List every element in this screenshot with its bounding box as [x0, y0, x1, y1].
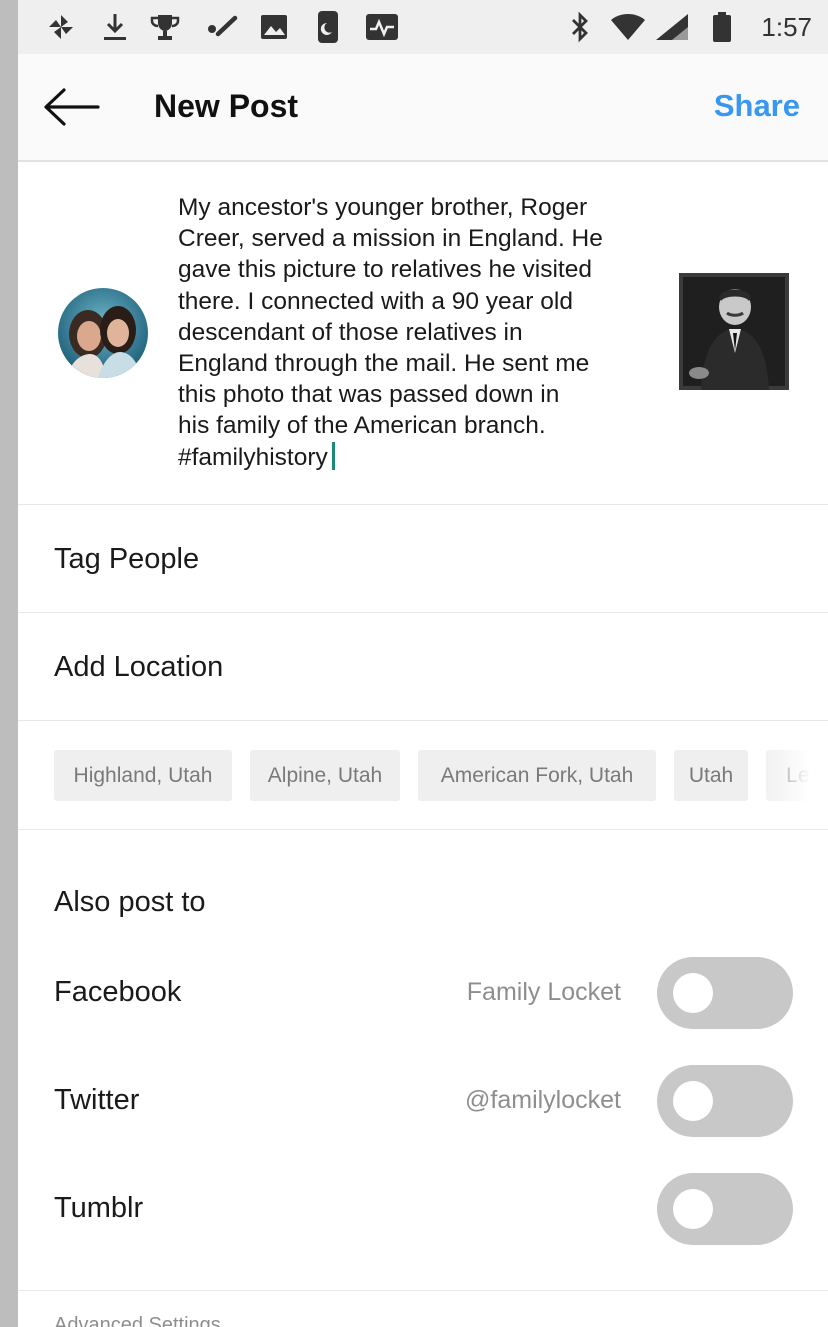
divider: [18, 1290, 828, 1291]
facebook-toggle[interactable]: [657, 957, 793, 1029]
share-target-label: Twitter: [54, 1084, 140, 1116]
download-icon: [100, 12, 130, 42]
toggle-knob: [673, 1081, 713, 1121]
bluetooth-icon: [566, 11, 594, 43]
status-time: 1:57: [761, 12, 812, 42]
tag-people-row[interactable]: Tag People: [18, 505, 828, 613]
battery-icon: [710, 12, 734, 42]
back-button[interactable]: [42, 82, 102, 132]
tag-people-label: Tag People: [54, 543, 200, 575]
caption-input[interactable]: My ancestor's younger brother, Roger Cre…: [178, 192, 658, 473]
location-suggestions: Highland, Utah Alpine, Utah American For…: [18, 721, 828, 830]
text-cursor: [331, 441, 335, 470]
check-icon: [204, 12, 240, 42]
location-chip[interactable]: Utah: [674, 750, 748, 801]
page-title: New Post: [154, 88, 299, 124]
also-post-to-heading: Also post to: [54, 886, 206, 918]
location-chip[interactable]: Highland, Utah: [54, 750, 232, 801]
location-chip[interactable]: Lehi: [766, 750, 828, 801]
cell-signal-icon: [652, 12, 692, 42]
wifi-icon: [608, 12, 648, 42]
tumblr-toggle[interactable]: [657, 1173, 793, 1245]
toggle-knob: [673, 1189, 713, 1229]
share-target-account: @familylocket: [465, 1086, 621, 1114]
share-target-twitter: Twitter @familylocket: [18, 1056, 828, 1146]
advanced-settings-link[interactable]: Advanced Settings: [54, 1313, 221, 1327]
activity-icon: [364, 12, 400, 42]
post-thumbnail: [679, 273, 789, 390]
new-post-screen: 1:57 New Post Share My ancestor's younge…: [18, 0, 828, 1327]
app-bar: New Post Share: [18, 54, 828, 162]
location-chip[interactable]: American Fork, Utah: [418, 750, 656, 801]
status-bar: 1:57: [18, 0, 828, 54]
image-icon: [258, 12, 290, 42]
twitter-toggle[interactable]: [657, 1065, 793, 1137]
toggle-knob: [673, 973, 713, 1013]
trophy-icon: [148, 12, 182, 42]
caption-text: My ancestor's younger brother, Roger Cre…: [178, 194, 603, 471]
share-target-label: Tumblr: [54, 1192, 144, 1224]
avatar: [58, 288, 148, 378]
add-location-row[interactable]: Add Location: [18, 613, 828, 721]
moon-phone-icon: [316, 11, 340, 43]
add-location-label: Add Location: [54, 651, 224, 683]
arrow-left-icon: [42, 88, 102, 136]
caption-section: My ancestor's younger brother, Roger Cre…: [18, 162, 828, 505]
share-target-facebook: Facebook Family Locket: [18, 948, 828, 1038]
share-target-tumblr: Tumblr: [18, 1164, 828, 1254]
share-target-label: Facebook: [54, 976, 182, 1008]
location-chip[interactable]: Alpine, Utah: [250, 750, 400, 801]
share-button[interactable]: Share: [714, 86, 800, 126]
share-target-account: Family Locket: [466, 978, 621, 1006]
pinwheel-icon: [44, 12, 78, 42]
